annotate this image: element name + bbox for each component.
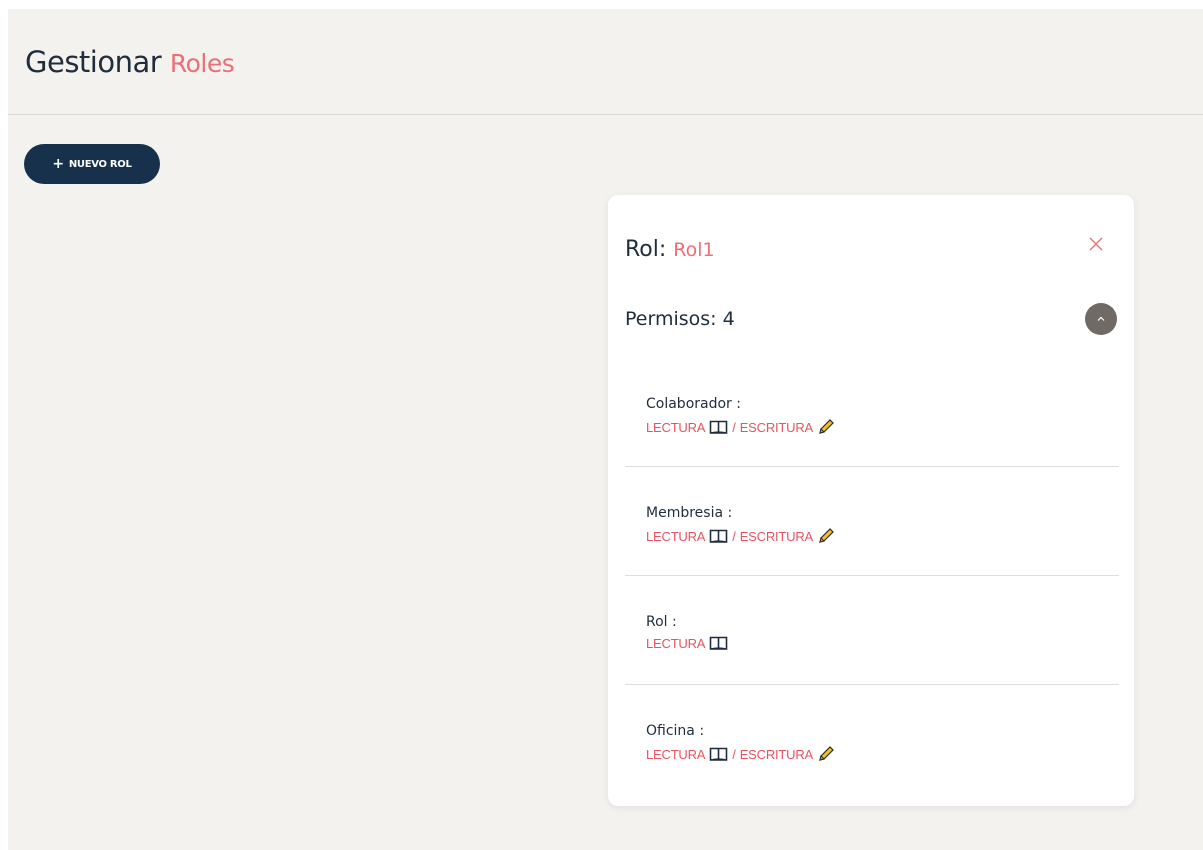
read-label: LECTURA [646,746,706,762]
permission-name: Rol : [646,614,677,630]
permission-name: Membresia : [646,505,733,521]
book-icon [709,636,728,651]
write-label: ESCRITURA [739,746,814,762]
read-label: LECTURA [646,419,706,435]
permissions-list: Colaborador : LECTURA / ESCRITURA Membre… [625,358,1119,794]
new-role-button[interactable]: + NUEVO ROL [24,144,160,184]
pencil-icon [817,527,835,545]
close-icon[interactable] [1084,232,1108,256]
rights-separator: / [732,746,736,762]
plus-icon: + [52,156,64,172]
page-title-accent: Roles [169,49,235,78]
rights-separator: / [732,419,736,435]
role-card-title: Rol: Rol1 [625,237,715,262]
page: Gestionar Roles + NUEVO ROL Rol: Rol1 Pe… [8,9,1203,850]
collapse-permissions-button[interactable] [1085,303,1117,335]
permission-rights: LECTURA / ESCRITURA [646,418,835,436]
pencil-icon [817,745,835,763]
rights-separator: / [732,528,736,544]
permission-item-rol: Rol : LECTURA [625,576,1119,685]
permission-rights: LECTURA [646,636,728,651]
page-title: Gestionar Roles [25,45,235,79]
book-icon [709,529,728,544]
permission-item-colaborador: Colaborador : LECTURA / ESCRITURA [625,358,1119,467]
page-title-main: Gestionar [25,45,162,79]
read-label: LECTURA [646,528,706,544]
permission-rights: LECTURA / ESCRITURA [646,527,835,545]
read-label: LECTURA [646,636,706,651]
permission-name: Oficina : [646,723,705,739]
permissions-count: Permisos: 4 [625,308,735,330]
role-title-label: Rol: [625,237,667,262]
book-icon [709,420,728,435]
new-role-label: NUEVO ROL [68,158,132,170]
book-icon [709,747,728,762]
role-detail-card: Rol: Rol1 Permisos: 4 Colaborador : LECT… [608,195,1134,806]
permission-rights: LECTURA / ESCRITURA [646,745,835,763]
chevron-up-icon [1097,316,1105,321]
write-label: ESCRITURA [739,528,814,544]
role-name: Rol1 [673,239,715,261]
pencil-icon [817,418,835,436]
permission-name: Colaborador : [646,396,741,412]
permission-item-membresia: Membresia : LECTURA / ESCRITURA [625,467,1119,576]
header-divider [8,114,1203,115]
permission-item-oficina: Oficina : LECTURA / ESCRITURA [625,685,1119,794]
write-label: ESCRITURA [739,419,814,435]
